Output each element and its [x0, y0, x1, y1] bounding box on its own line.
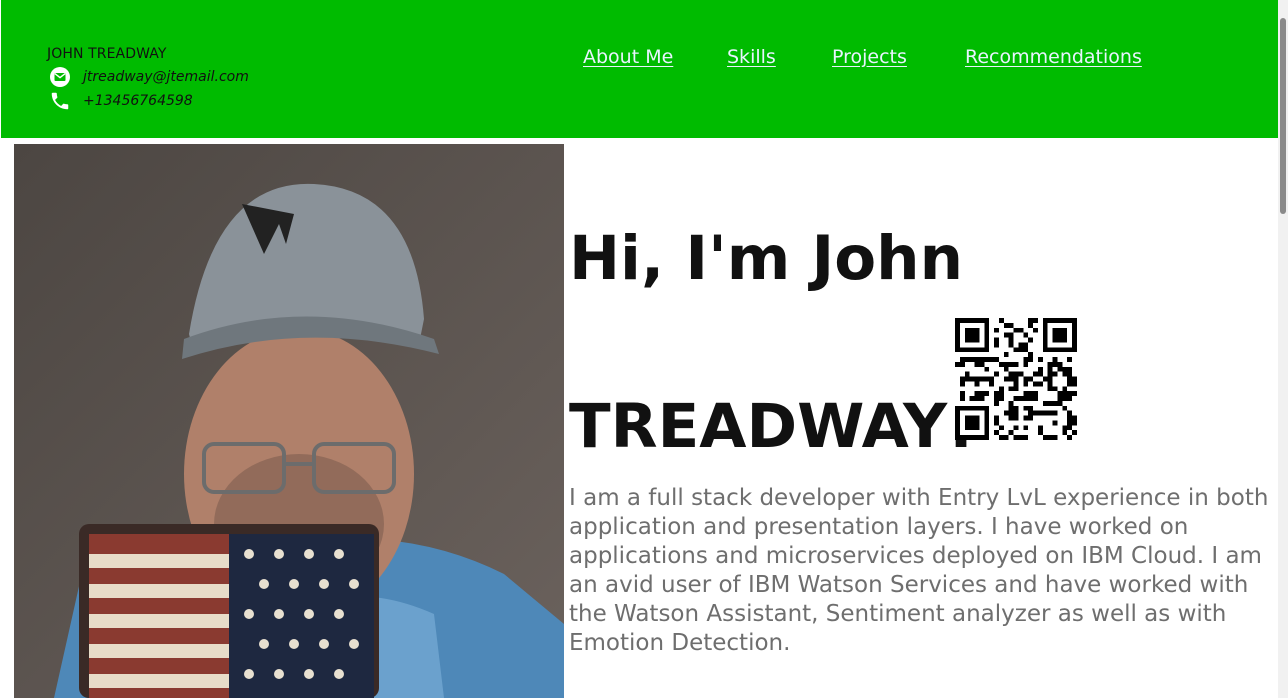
envelope-icon — [49, 66, 71, 88]
owner-name: JOHN TREADWAY — [47, 46, 167, 62]
nav-link-recommendations[interactable]: Recommendations — [965, 46, 1142, 68]
nav-link-projects[interactable]: Projects — [832, 46, 907, 68]
email-address[interactable]: jtreadway@jtemail.com — [83, 69, 249, 85]
phone-contact: +13456764598 — [49, 90, 193, 112]
site-header: JOHN TREADWAY jtreadway@jtemail.com +134… — [1, 0, 1278, 138]
scrollbar-thumb[interactable] — [1280, 18, 1286, 214]
hero-heading-line-1: Hi, I'm John — [569, 223, 963, 294]
phone-icon — [49, 90, 71, 112]
profile-photo — [14, 144, 564, 698]
bio-paragraph: I am a full stack developer with Entry L… — [569, 485, 1269, 656]
nav-link-skills[interactable]: Skills — [727, 46, 776, 68]
qr-code — [955, 318, 1077, 440]
email-contact: jtreadway@jtemail.com — [49, 66, 249, 88]
hero-heading-line-2: TREADWAY! — [569, 391, 976, 462]
page-scrollbar[interactable] — [1278, 0, 1288, 698]
phone-number[interactable]: +13456764598 — [83, 93, 193, 109]
nav-link-about-me[interactable]: About Me — [583, 46, 673, 68]
